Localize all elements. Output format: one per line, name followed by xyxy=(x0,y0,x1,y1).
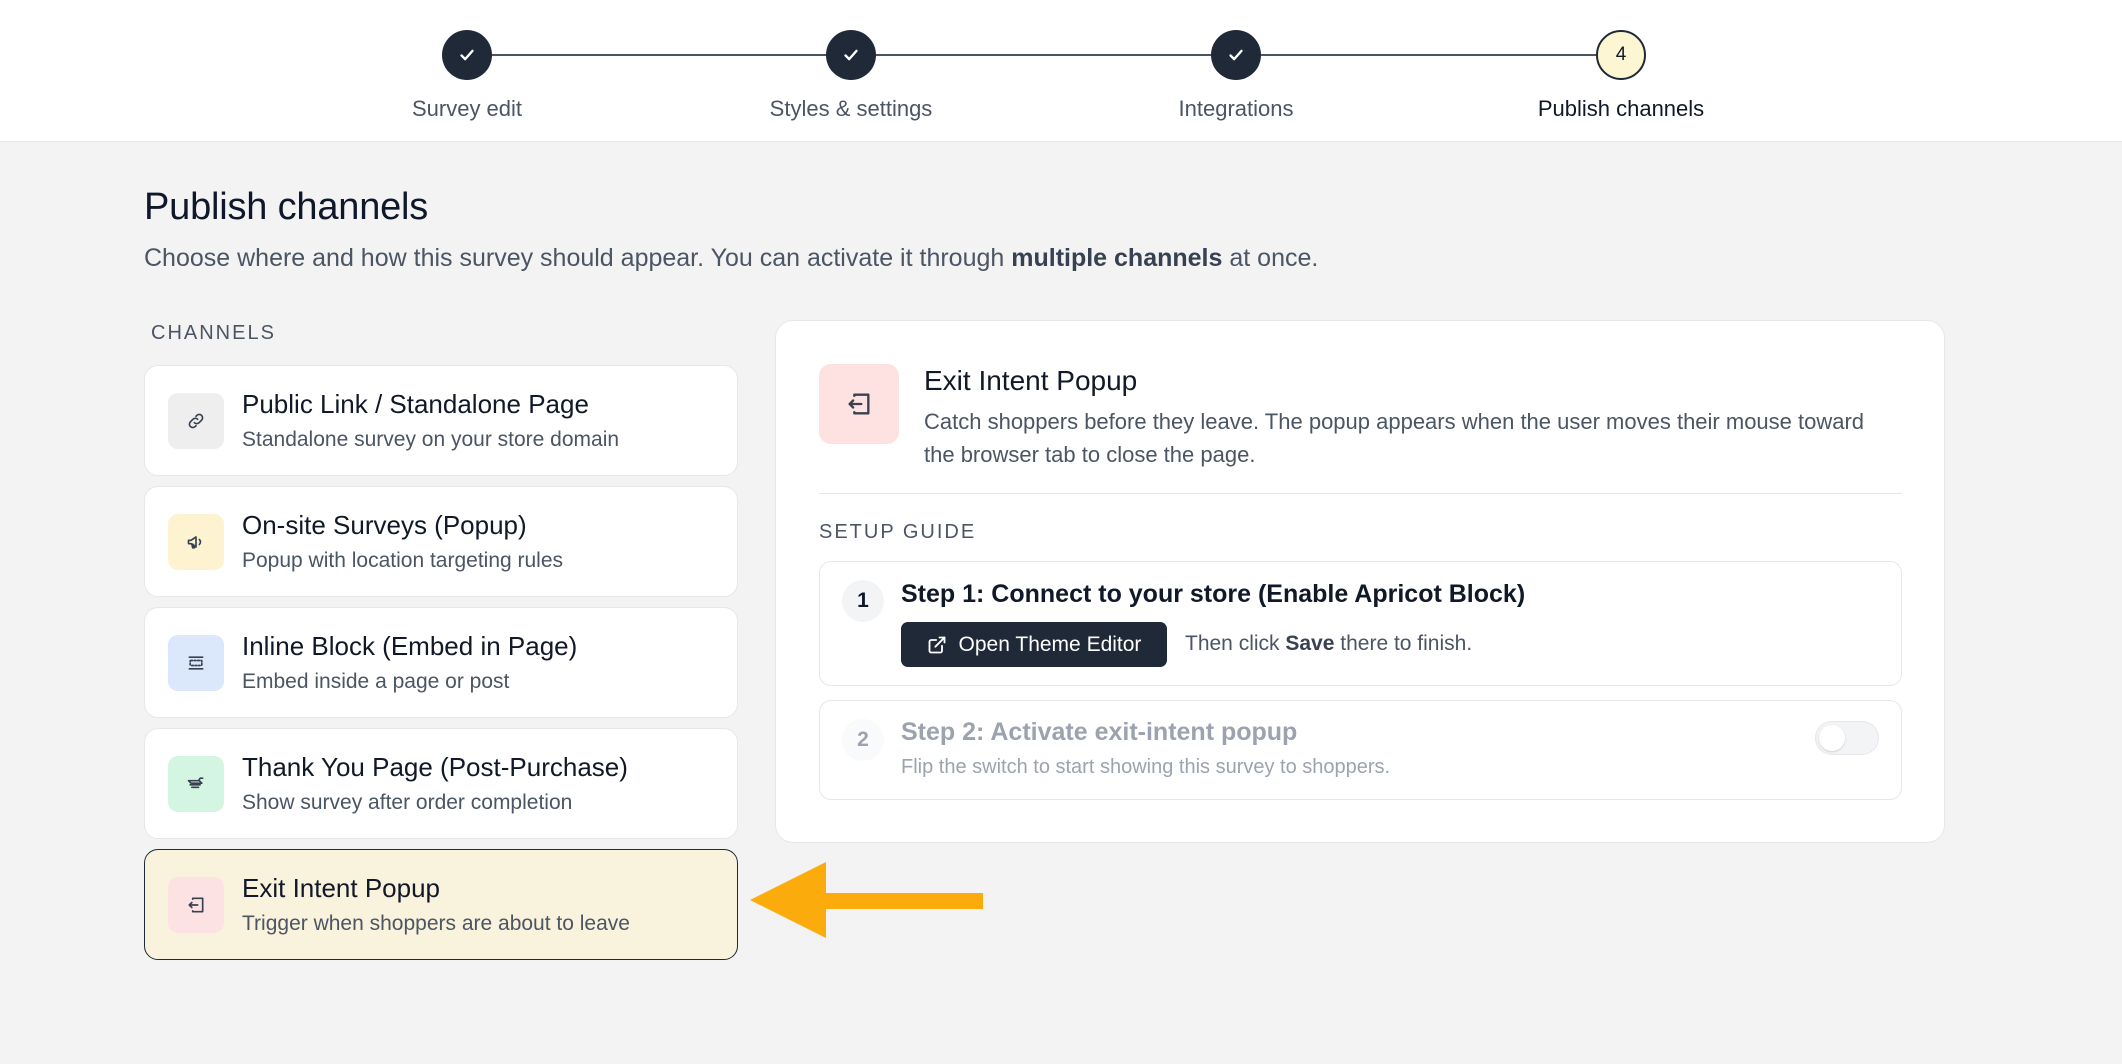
check-icon xyxy=(826,30,876,80)
channels-heading: CHANNELS xyxy=(151,322,276,344)
step-label: Styles & settings xyxy=(769,96,933,121)
hint-text: Then click xyxy=(1185,632,1286,655)
subtitle-emphasis: multiple channels xyxy=(1011,244,1223,272)
channel-desc: Show survey after order completion xyxy=(242,791,573,814)
setup-guide-heading: SETUP GUIDE xyxy=(819,521,977,543)
channel-desc: Trigger when shoppers are about to leave xyxy=(242,912,630,935)
channel-onsite-popup[interactable]: On-site Surveys (Popup) Popup with locat… xyxy=(144,486,738,597)
step-number-badge: 2 xyxy=(842,719,884,761)
subtitle-text-end: at once. xyxy=(1222,244,1319,272)
step-styles-settings[interactable]: Styles & settings xyxy=(721,30,981,122)
exit-icon xyxy=(168,876,224,933)
channel-inline-block[interactable]: Inline Block (Embed in Page) Embed insid… xyxy=(144,607,738,718)
check-icon xyxy=(442,30,492,80)
progress-stepper: Survey edit Styles & settings Integratio… xyxy=(0,0,2122,142)
channel-desc: Embed inside a page or post xyxy=(242,670,510,693)
exit-intent-toggle[interactable] xyxy=(1815,721,1879,755)
setup-step-title: Step 2: Activate exit-intent popup xyxy=(901,718,1298,746)
channel-title: On-site Surveys (Popup) xyxy=(242,510,527,540)
setup-step-hint: Then click Save there to finish. xyxy=(1185,632,1472,656)
step-survey-edit[interactable]: Survey edit xyxy=(337,30,597,122)
step-number: 4 xyxy=(1596,30,1646,80)
external-link-icon xyxy=(928,636,945,653)
subtitle-text: Choose where and how this survey should … xyxy=(144,244,1012,272)
page-title: Publish channels xyxy=(144,186,429,228)
setup-step-2: 2 Step 2: Activate exit-intent popup Fli… xyxy=(819,700,1902,800)
link-icon xyxy=(168,392,224,449)
channel-desc: Popup with location targeting rules xyxy=(242,549,564,572)
setup-step-title: Step 1: Connect to your store (Enable Ap… xyxy=(901,580,1526,608)
panel-title: Exit Intent Popup xyxy=(924,365,1138,396)
panel-description: Catch shoppers before they leave. The po… xyxy=(924,409,1865,467)
setup-step-description: Flip the switch to start showing this su… xyxy=(901,756,1391,778)
step-publish-channels[interactable]: 4 Publish channels xyxy=(1491,30,1751,122)
channel-title: Public Link / Standalone Page xyxy=(242,389,589,419)
step-integrations[interactable]: Integrations xyxy=(1106,30,1366,122)
check-icon xyxy=(1211,30,1261,80)
hint-emphasis: Save xyxy=(1285,632,1335,655)
step-label: Publish channels xyxy=(1537,96,1705,121)
step-label: Survey edit xyxy=(411,96,523,121)
channel-detail-panel: Exit Intent Popup Catch shoppers before … xyxy=(775,320,1945,843)
step-label: Integrations xyxy=(1178,96,1294,121)
arrow-pointer-icon xyxy=(750,862,983,938)
channel-title: Thank You Page (Post-Purchase) xyxy=(242,752,628,782)
megaphone-icon xyxy=(168,513,224,570)
embed-icon xyxy=(168,634,224,691)
channel-exit-intent[interactable]: Exit Intent Popup Trigger when shoppers … xyxy=(144,849,738,960)
receipt-icon xyxy=(168,755,224,812)
toggle-knob xyxy=(1819,725,1845,751)
step-number-badge: 1 xyxy=(842,580,884,622)
channel-title: Inline Block (Embed in Page) xyxy=(242,631,578,661)
stepper-line xyxy=(467,54,1621,56)
setup-step-1: 1 Step 1: Connect to your store (Enable … xyxy=(819,561,1902,686)
open-theme-editor-button[interactable]: Open Theme Editor xyxy=(901,622,1167,667)
page-subtitle: Choose where and how this survey should … xyxy=(144,244,1318,273)
channel-desc: Standalone survey on your store domain xyxy=(242,428,620,451)
hint-text-end: there to finish. xyxy=(1334,632,1473,655)
divider xyxy=(819,493,1902,494)
channel-title: Exit Intent Popup xyxy=(242,873,441,903)
channel-public-link[interactable]: Public Link / Standalone Page Standalone… xyxy=(144,365,738,476)
exit-icon xyxy=(819,364,899,444)
button-label: Open Theme Editor xyxy=(958,632,1142,656)
channel-thank-you-page[interactable]: Thank You Page (Post-Purchase) Show surv… xyxy=(144,728,738,839)
